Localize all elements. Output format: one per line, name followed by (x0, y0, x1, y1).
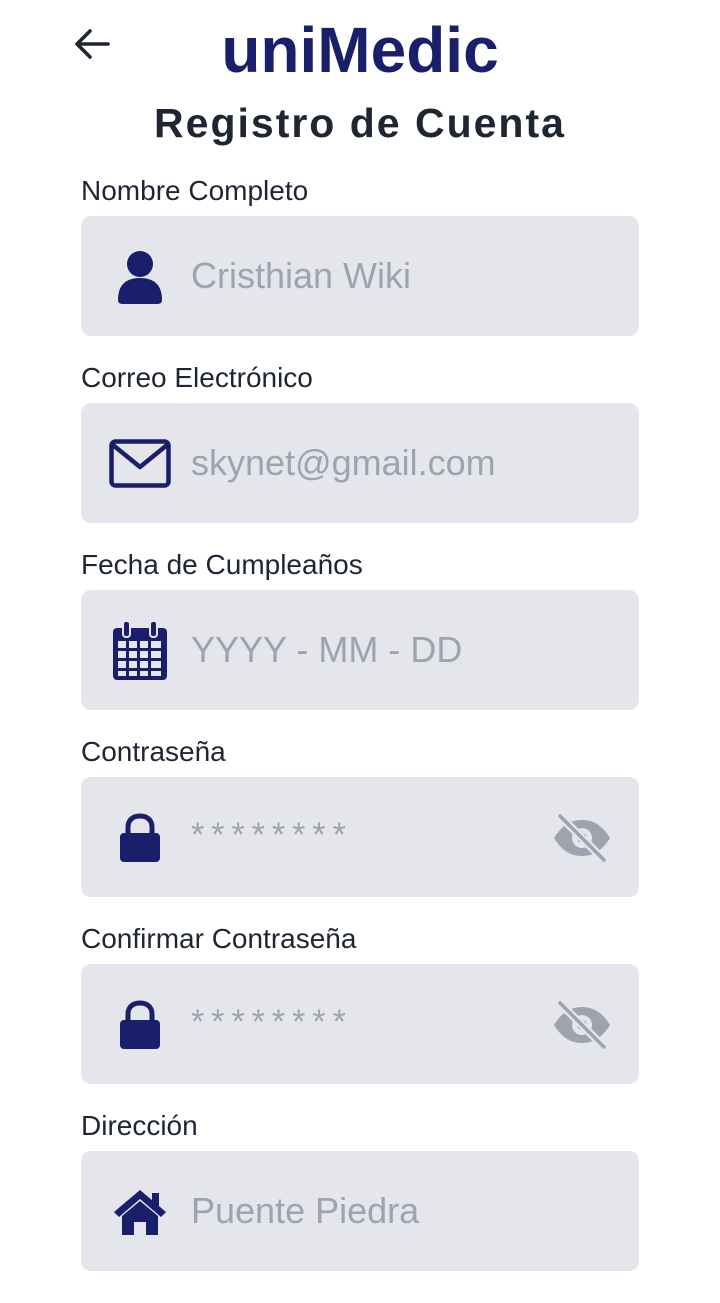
home-icon (109, 1181, 171, 1243)
address-label: Dirección (81, 1110, 198, 1141)
birthdate-input[interactable]: YYYY - MM - DD (81, 590, 639, 710)
address-input[interactable]: Puente Piedra (81, 1151, 639, 1271)
full-name-input[interactable]: Cristhian Wiki (81, 216, 639, 336)
envelope-icon (109, 433, 171, 495)
user-icon (109, 246, 171, 308)
lock-icon (109, 807, 171, 869)
address-placeholder: Puente Piedra (191, 1190, 420, 1231)
password-placeholder: ******** (191, 816, 353, 854)
email-input[interactable]: skynet@gmail.com (81, 403, 639, 523)
lock-icon (109, 994, 171, 1056)
registration-form: Nombre Completo Cristhian Wiki Correo El… (81, 170, 639, 1292)
address-field: Dirección Puente Piedra (81, 1105, 639, 1292)
birthdate-field: Fecha de Cumpleaños YYYY - MM - DD (81, 544, 639, 731)
email-label: Correo Electrónico (81, 362, 313, 393)
calendar-icon (109, 620, 171, 682)
page-title: Registro de Cuenta (154, 100, 566, 146)
password-field: Contraseña ******** (81, 731, 639, 918)
confirm-password-input[interactable]: ******** (81, 964, 639, 1084)
eye-slash-icon (554, 814, 610, 862)
eye-slash-icon (554, 1001, 610, 1049)
toggle-confirm-password-visibility-button[interactable] (551, 994, 613, 1056)
full-name-label: Nombre Completo (81, 175, 309, 206)
email-field: Correo Electrónico skynet@gmail.com (81, 357, 639, 544)
confirm-password-field: Confirmar Contraseña ******** (81, 918, 639, 1105)
birthdate-label: Fecha de Cumpleaños (81, 549, 363, 580)
email-placeholder: skynet@gmail.com (191, 442, 496, 483)
password-label: Contraseña (81, 736, 226, 767)
toggle-password-visibility-button[interactable] (551, 807, 613, 869)
birthdate-placeholder: YYYY - MM - DD (191, 629, 463, 670)
password-input[interactable]: ******** (81, 777, 639, 897)
full-name-placeholder: Cristhian Wiki (191, 255, 412, 296)
confirm-password-label: Confirmar Contraseña (81, 923, 357, 954)
confirm-password-placeholder: ******** (191, 1003, 353, 1041)
app-title: uniMedic (221, 14, 499, 86)
full-name-field: Nombre Completo Cristhian Wiki (81, 170, 639, 357)
